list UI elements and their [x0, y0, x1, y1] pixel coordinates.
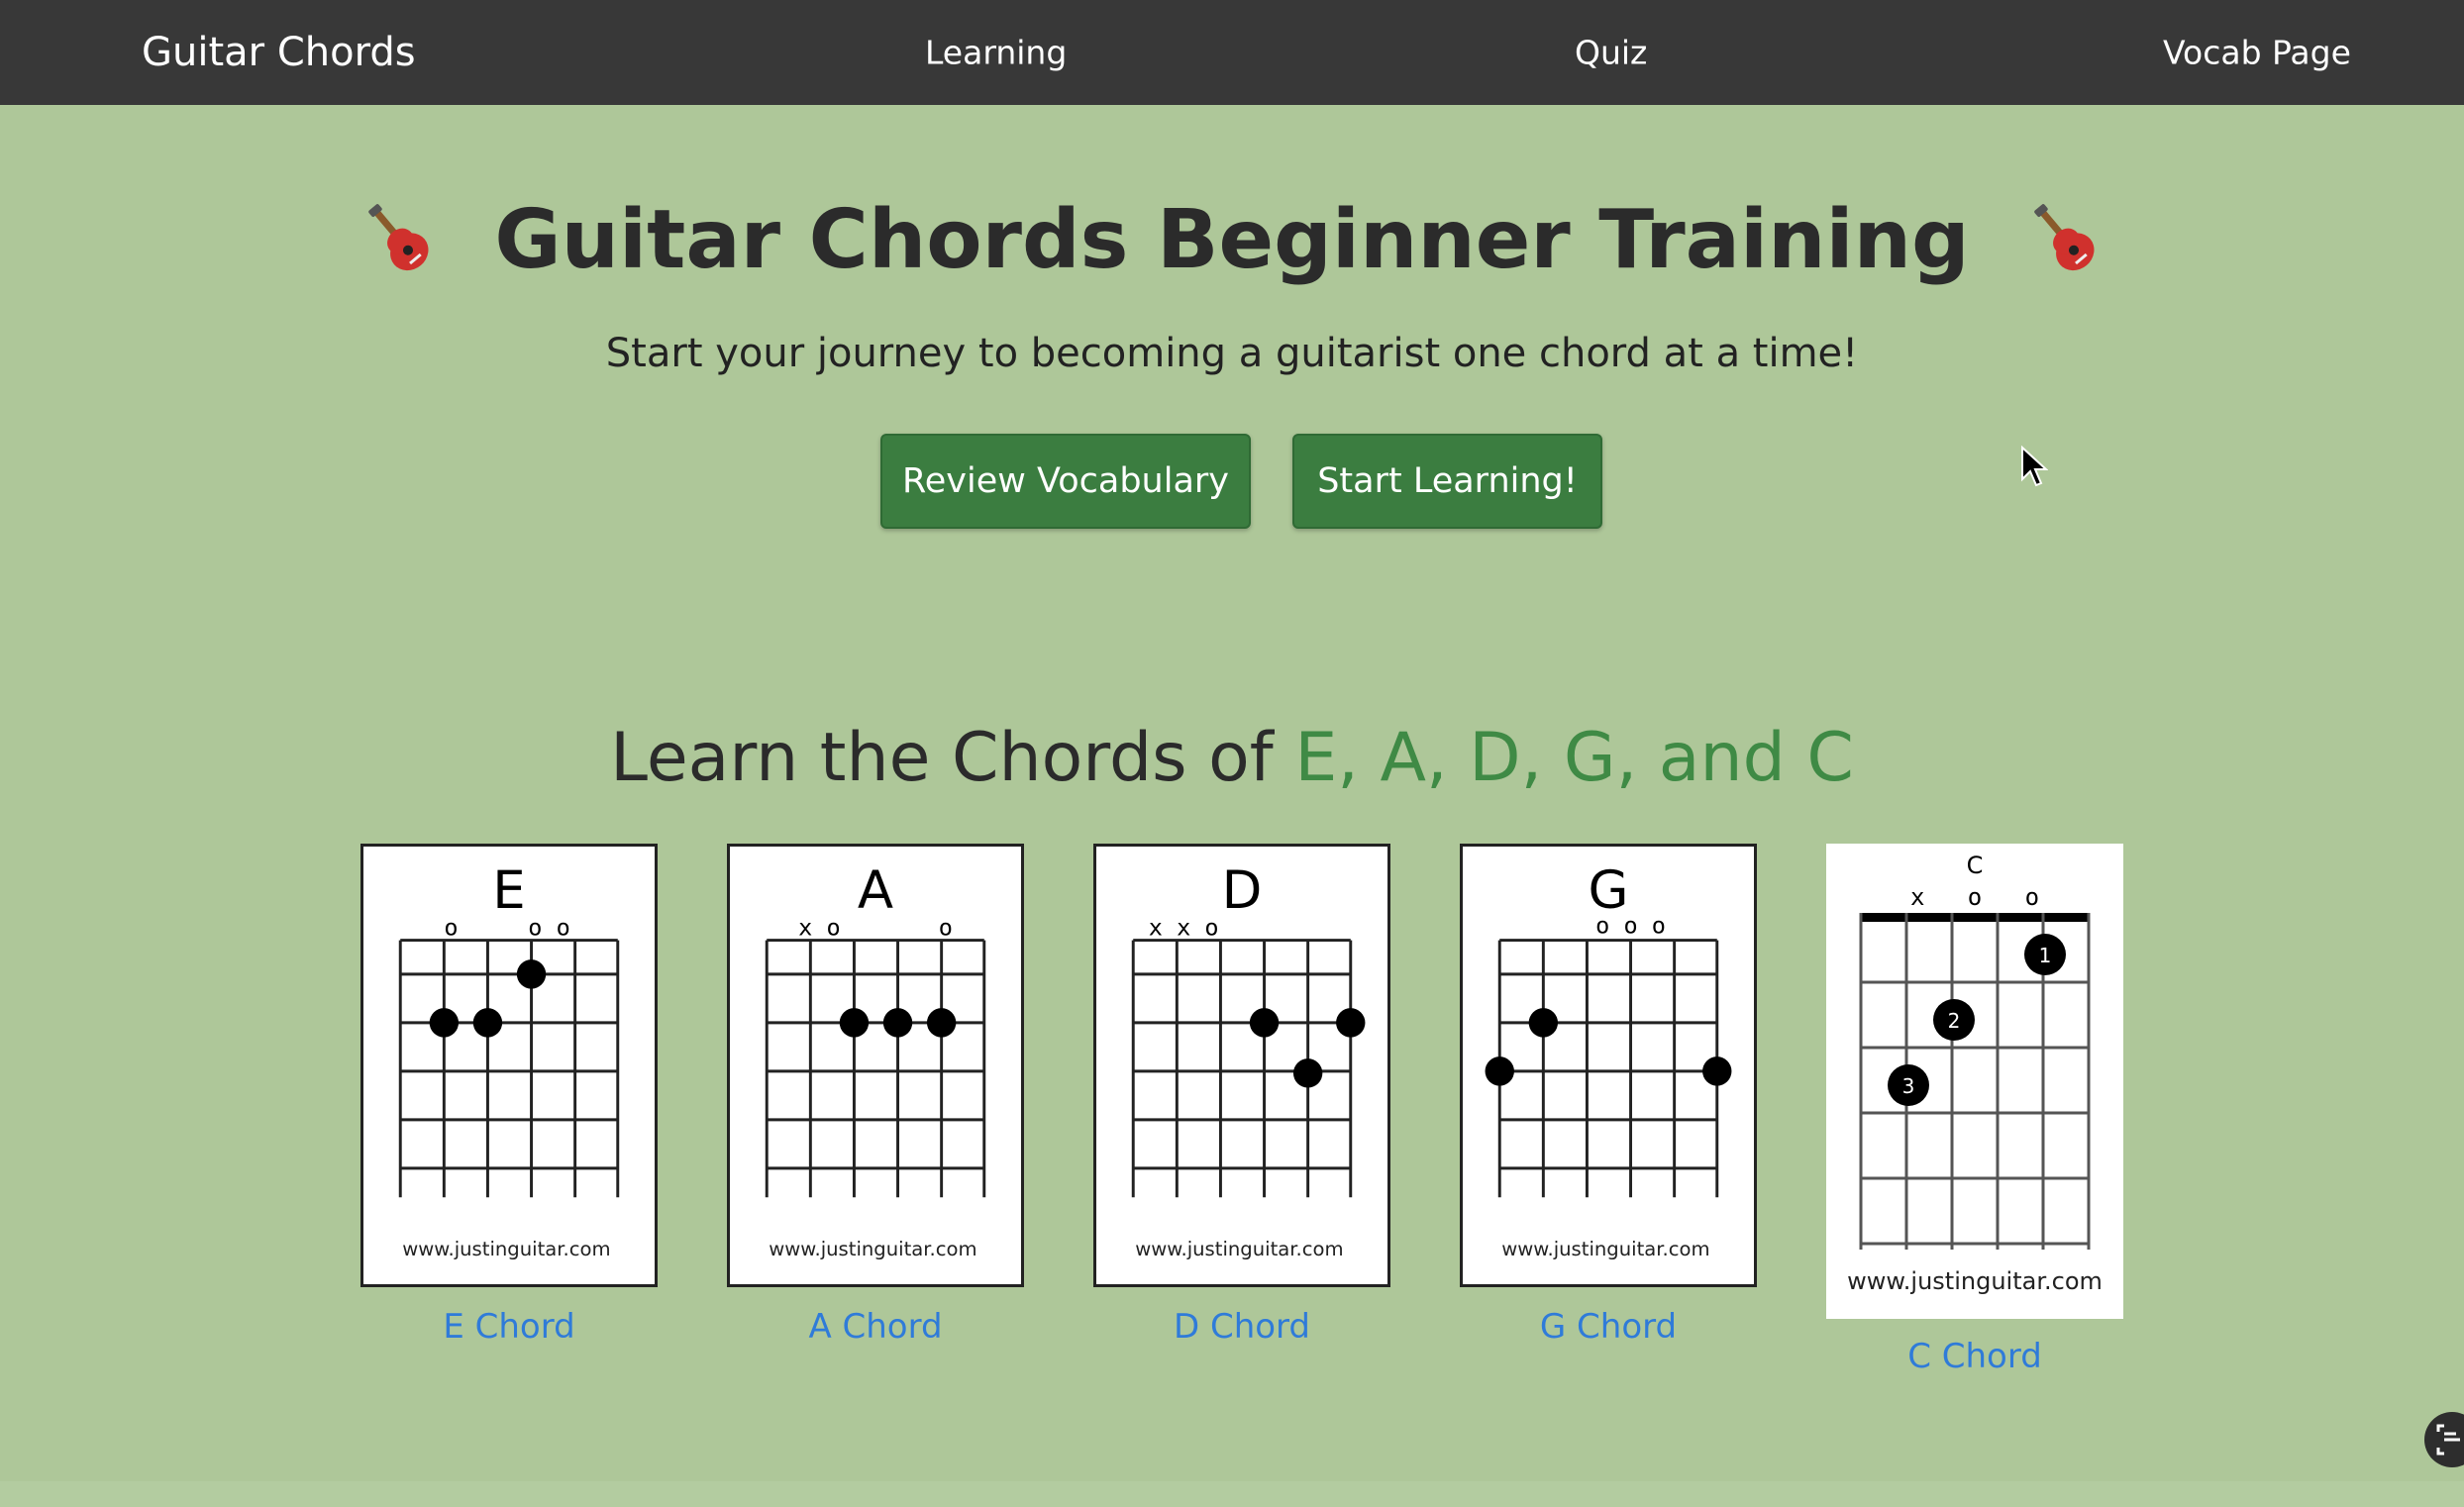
svg-text:1: 1 [2039, 944, 2052, 967]
chord-link-g[interactable]: G Chord [1460, 1307, 1757, 1347]
svg-text:www.justinguitar.com: www.justinguitar.com [1847, 1267, 2103, 1295]
chord-card-a: A x o o www.justinguitar.com A Chord [727, 844, 1024, 1347]
svg-text:E: E [492, 860, 525, 921]
scan-icon [2436, 1424, 2460, 1456]
chord-card-c: C x o o 1 2 3 www.justinguitar.com C Cho… [1826, 844, 2123, 1376]
start-learning-button[interactable]: Start Learning! [1292, 434, 1602, 529]
chord-diagram-e[interactable]: E o o o www.justinguitar.com [360, 844, 658, 1287]
svg-text:www.justinguitar.com: www.justinguitar.com [1135, 1238, 1343, 1260]
page-title: Guitar Chords Beginner Training [0, 193, 2464, 287]
svg-text:D: D [1222, 860, 1263, 921]
nav-link-learning[interactable]: Learning [925, 34, 1067, 72]
svg-text:C: C [1967, 852, 1984, 879]
chord-card-d: D x x o www.justinguitar.com D Chord [1093, 844, 1390, 1347]
chord-link-c[interactable]: C Chord [1826, 1337, 2123, 1376]
svg-text:x x o: x x o [1149, 914, 1219, 942]
chord-diagram-d[interactable]: D x x o www.justinguitar.com [1093, 844, 1390, 1287]
top-navbar: Guitar Chords Learning Quiz Vocab Page [0, 0, 2464, 105]
svg-text:www.justinguitar.com: www.justinguitar.com [769, 1238, 976, 1260]
mouse-cursor-icon [2021, 446, 2048, 487]
section-title-highlight: E, A, D, G, and C [1294, 719, 1854, 797]
floating-widget-button[interactable] [2424, 1412, 2464, 1467]
svg-text:A: A [858, 860, 893, 921]
review-vocabulary-button[interactable]: Review Vocabulary [880, 434, 1251, 529]
nav-link-vocab-page[interactable]: Vocab Page [2163, 34, 2351, 72]
svg-text:www.justinguitar.com: www.justinguitar.com [402, 1238, 610, 1260]
guitar-icon [2034, 204, 2095, 271]
section-title: Learn the Chords of E, A, D, G, and C [0, 719, 2464, 797]
nav-link-quiz[interactable]: Quiz [1575, 34, 1647, 72]
section-title-prefix: Learn the Chords of [610, 719, 1295, 797]
guitar-icon [367, 204, 429, 271]
page-bottom-edge [0, 1481, 2464, 1507]
chord-card-g: G o o o www.justinguitar.com G Chord [1460, 844, 1757, 1347]
svg-text:2: 2 [1948, 1009, 1961, 1033]
svg-text:o o o: o o o [444, 914, 569, 942]
chord-link-a[interactable]: A Chord [727, 1307, 1024, 1347]
chord-link-e[interactable]: E Chord [360, 1307, 658, 1347]
chord-card-e: E o o o www.justinguitar.com E Chord [360, 844, 658, 1347]
chord-diagram-c[interactable]: C x o o 1 2 3 www.justinguitar.com [1826, 844, 2123, 1319]
hero-subtitle: Start your journey to becoming a guitari… [605, 331, 1859, 376]
svg-text:x o o: x o o [1910, 883, 2039, 911]
nav-brand-link[interactable]: Guitar Chords [142, 30, 416, 75]
chord-link-d[interactable]: D Chord [1093, 1307, 1390, 1347]
svg-text:www.justinguitar.com: www.justinguitar.com [1501, 1238, 1709, 1260]
chord-diagram-a[interactable]: A x o o www.justinguitar.com [727, 844, 1024, 1287]
svg-text:x o o: x o o [798, 914, 953, 942]
svg-text:3: 3 [1902, 1074, 1915, 1098]
title-text: Guitar Chords Beginner Training [494, 193, 1970, 287]
chord-diagram-g[interactable]: G o o o www.justinguitar.com [1460, 844, 1757, 1287]
svg-text:o o o: o o o [1595, 912, 1666, 940]
